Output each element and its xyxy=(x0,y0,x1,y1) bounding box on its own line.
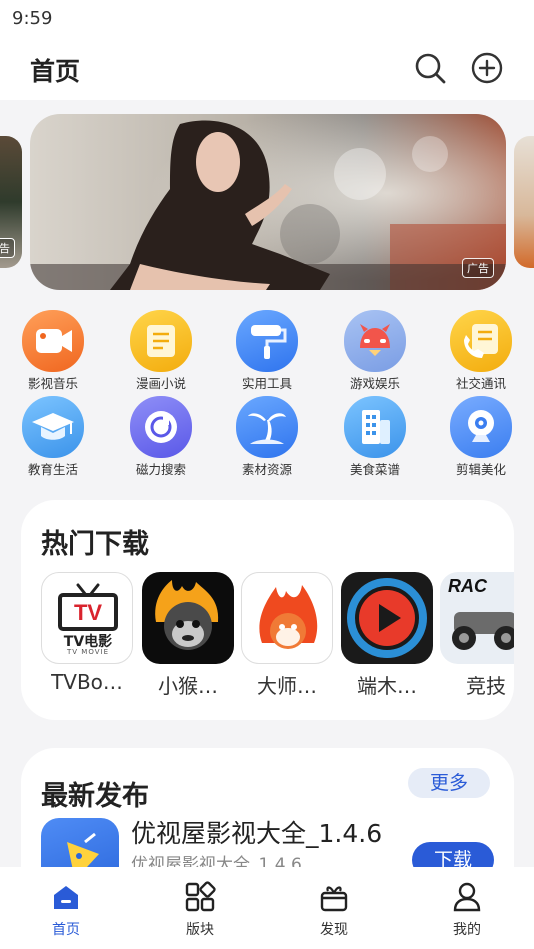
category-label: 游戏娱乐 xyxy=(349,376,400,391)
nav-label: 首页 xyxy=(52,922,80,938)
document-icon xyxy=(130,310,192,372)
category-label: 教育生活 xyxy=(27,462,78,477)
category-editing[interactable]: 剪辑美化 xyxy=(436,396,526,478)
app-tile[interactable]: 大师… xyxy=(241,572,333,702)
banner-next-peek[interactable] xyxy=(514,136,534,268)
page-title: 首页 xyxy=(30,57,81,86)
palm-tree-icon xyxy=(236,396,298,458)
category-label: 磁力搜索 xyxy=(135,462,186,477)
tv-app-logo-text: TV xyxy=(73,600,103,625)
app-header: 首页 xyxy=(0,38,534,100)
search-icon[interactable] xyxy=(412,50,448,86)
latest-title: 最新发布 xyxy=(41,781,149,812)
nav-label: 我的 xyxy=(453,922,481,938)
app-tile[interactable]: RAC 竞技 xyxy=(440,572,514,702)
category-label: 剪辑美化 xyxy=(455,462,506,477)
category-grid: 影视音乐 漫画小说 实用工具 游戏娱乐 社交通讯 教育生活 磁力搜索 素材资源 … xyxy=(0,308,534,478)
category-materials[interactable]: 素材资源 xyxy=(222,396,312,478)
plus-circle-icon[interactable] xyxy=(469,50,505,86)
app-name: 大师… xyxy=(257,674,317,698)
app-name: 小猴… xyxy=(158,674,218,698)
hot-downloads-card: 热门下载 TV TV电影 TV MOVIE TVBo… 小猴… 大师… 端木… … xyxy=(21,500,514,720)
category-social[interactable]: 社交通讯 xyxy=(436,310,526,392)
category-label: 素材资源 xyxy=(241,462,292,477)
nav-sections[interactable]: 版块 xyxy=(150,867,250,949)
gift-box-icon xyxy=(318,881,350,913)
master-flame-icon xyxy=(241,572,333,664)
monkey-flame-icon xyxy=(142,572,234,664)
nav-me[interactable]: 我的 xyxy=(417,867,517,949)
category-label: 影视音乐 xyxy=(27,376,78,391)
category-education[interactable]: 教育生活 xyxy=(8,396,98,478)
nav-label: 版块 xyxy=(186,922,214,938)
category-label: 美食菜谱 xyxy=(349,462,400,477)
home-icon xyxy=(50,881,82,913)
status-bar: 9:59 xyxy=(0,0,534,38)
category-games[interactable]: 游戏娱乐 xyxy=(330,310,420,392)
app-tile[interactable]: 小猴… xyxy=(142,572,234,702)
category-label: 漫画小说 xyxy=(135,376,186,391)
grid-blocks-icon xyxy=(184,881,216,913)
category-video-music[interactable]: 影视音乐 xyxy=(8,310,98,392)
nav-label: 发现 xyxy=(320,922,348,938)
banner-image[interactable]: 广告 xyxy=(30,114,506,290)
paint-roller-icon xyxy=(236,310,298,372)
game-character-icon xyxy=(344,310,406,372)
app-title[interactable]: 优视屋影视大全_1.4.6 xyxy=(131,814,382,850)
tv-app-caption: TV MOVIE xyxy=(67,648,109,656)
hot-downloads-title: 热门下载 xyxy=(41,529,149,560)
play-ring-icon xyxy=(341,572,433,664)
app-name: 竞技 xyxy=(466,674,506,698)
nav-discover[interactable]: 发现 xyxy=(284,867,384,949)
video-camera-icon xyxy=(22,310,84,372)
category-food[interactable]: 美食菜谱 xyxy=(330,396,420,478)
status-time: 9:59 xyxy=(12,8,53,29)
banner-carousel[interactable]: 告 广告 xyxy=(0,112,534,292)
app-name: TVBo… xyxy=(51,670,123,694)
racing-car-icon: RAC xyxy=(440,572,514,664)
banner-prev-peek[interactable]: 告 xyxy=(0,136,22,268)
app-tile[interactable]: 端木… xyxy=(341,572,433,702)
webcam-icon xyxy=(450,396,512,458)
nav-home[interactable]: 首页 xyxy=(16,867,116,949)
category-magnet-search[interactable]: 磁力搜索 xyxy=(116,396,206,478)
app-name: 端木… xyxy=(357,674,417,698)
app-tile[interactable]: TV TV电影 TV MOVIE TVBo… xyxy=(41,572,133,702)
tv-app-icon: TV TV电影 TV MOVIE xyxy=(41,572,133,664)
racing-logo-text: RAC xyxy=(448,576,487,596)
ad-badge: 告 xyxy=(0,238,15,258)
building-icon xyxy=(344,396,406,458)
magnet-search-icon xyxy=(130,396,192,458)
category-label: 社交通讯 xyxy=(455,376,506,391)
user-icon xyxy=(451,881,483,913)
category-label: 实用工具 xyxy=(241,376,292,391)
bottom-nav: 首页 版块 发现 我的 xyxy=(0,867,534,949)
category-comic-novel[interactable]: 漫画小说 xyxy=(116,310,206,392)
graduation-cap-icon xyxy=(22,396,84,458)
category-tools[interactable]: 实用工具 xyxy=(222,310,312,392)
ad-badge: 广告 xyxy=(462,258,494,278)
more-button[interactable]: 更多 xyxy=(408,768,490,798)
phone-note-icon xyxy=(450,310,512,372)
